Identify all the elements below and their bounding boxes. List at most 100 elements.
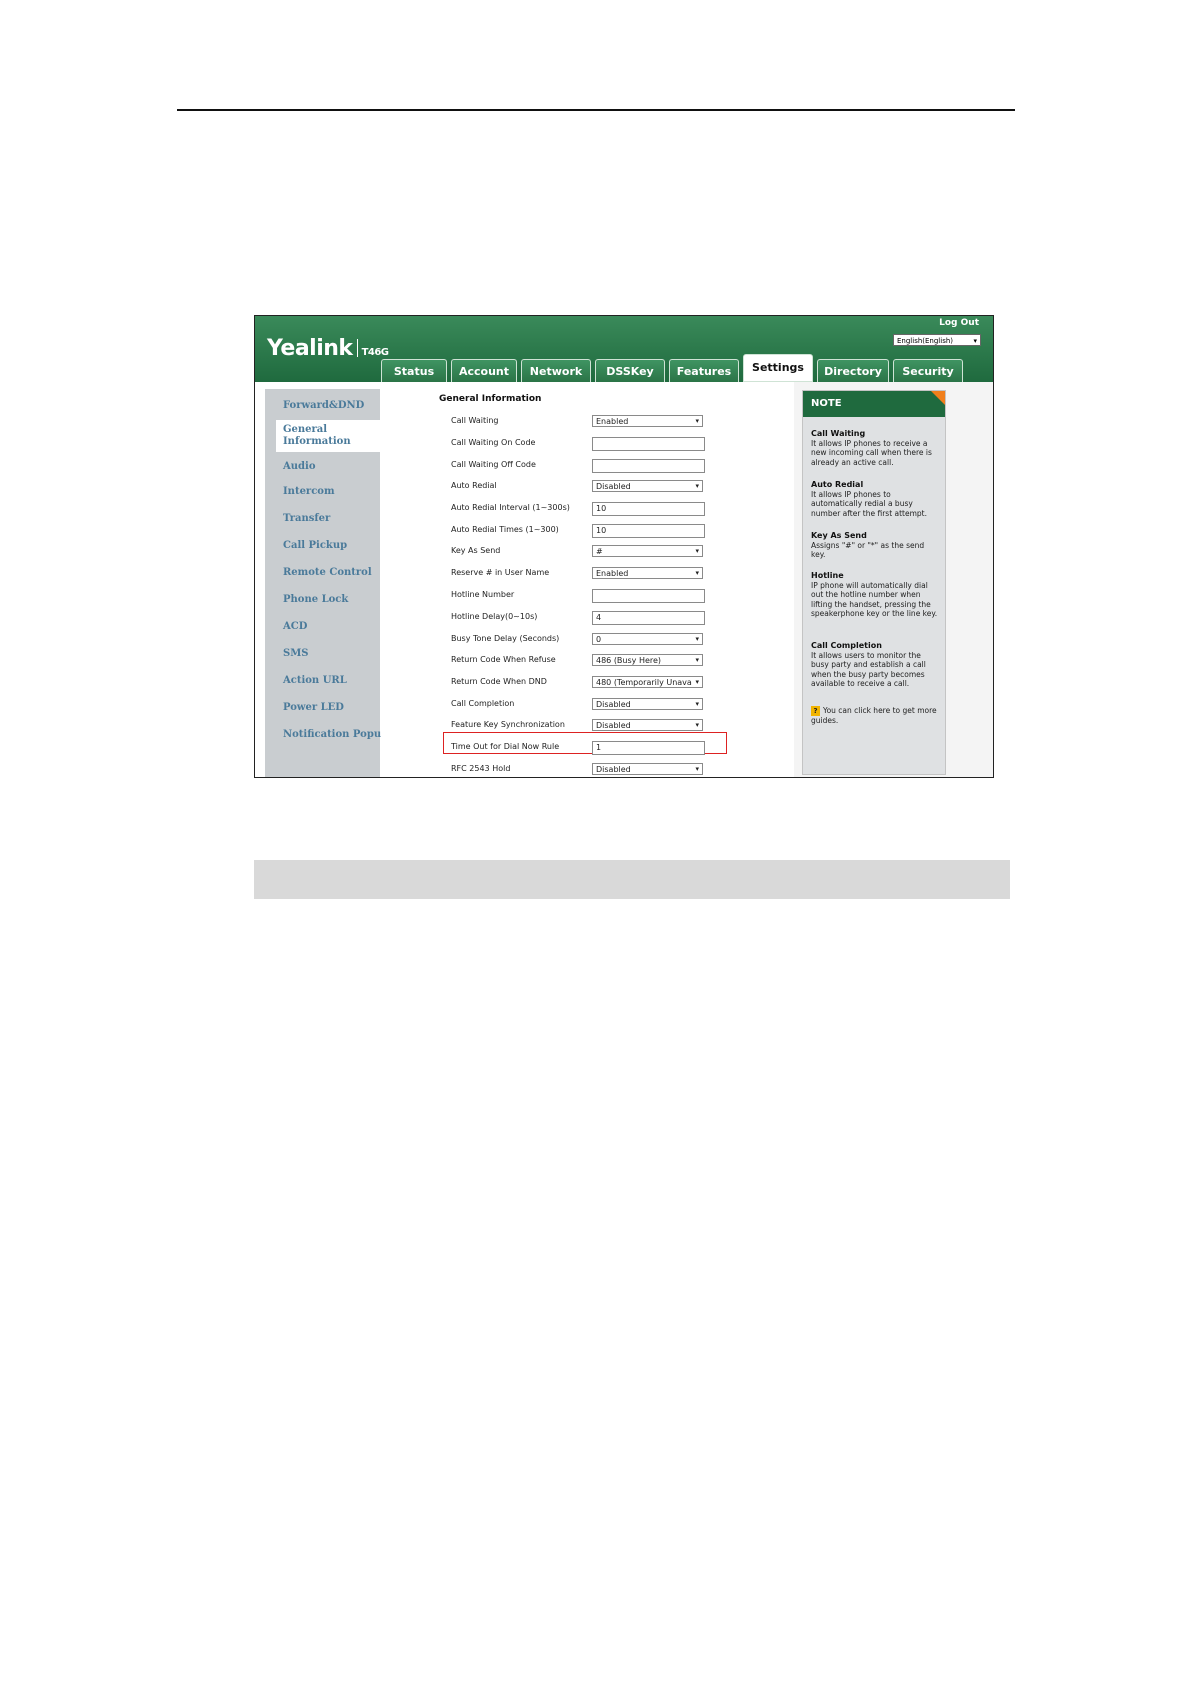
dropdown-arrow-icon: ▾ — [695, 547, 699, 555]
help-link[interactable]: ? You can click here to get more guides. — [811, 706, 939, 726]
field-label: Call Waiting Off Code — [451, 460, 536, 469]
hotline-number-input[interactable] — [592, 589, 705, 603]
hotline-delay-input[interactable]: 4 — [592, 611, 705, 625]
field-label: Call Waiting — [451, 416, 499, 425]
dropdown-arrow-icon: ▾ — [695, 700, 699, 708]
sidebar-item-transfer[interactable]: Transfer — [283, 513, 330, 525]
rfc2543-hold-select[interactable]: Disabled ▾ — [592, 763, 703, 775]
dropdown-arrow-icon: ▾ — [695, 482, 699, 490]
call-waiting-select[interactable]: Enabled ▾ — [592, 415, 703, 427]
language-select[interactable]: English(English) ▾ — [893, 334, 981, 346]
sidebar-item-notification-popups[interactable]: Notification Popups — [283, 729, 394, 741]
call-waiting-off-code-input[interactable] — [592, 459, 705, 473]
auto-redial-select[interactable]: Disabled ▾ — [592, 480, 703, 492]
select-value: Disabled — [596, 700, 631, 709]
note-section: Hotline IP phone will automatically dial… — [811, 571, 939, 619]
help-text: You can click here to get more guides. — [811, 706, 937, 725]
field-label: Auto Redial Interval (1~300s) — [451, 503, 570, 512]
note-section-text: It allows IP phones to automatically red… — [811, 489, 927, 518]
tab-account[interactable]: Account — [451, 359, 517, 382]
select-value: Enabled — [596, 569, 629, 578]
field-label: Return Code When DND — [451, 677, 547, 686]
sidebar-item-general-information[interactable]: General Information — [283, 424, 353, 448]
tab-security[interactable]: Security — [893, 359, 963, 382]
sidebar-item-forward-dnd[interactable]: Forward&DND — [283, 400, 364, 412]
note-section-text: Assigns "#" or "*" as the send key. — [811, 540, 925, 560]
key-as-send-select[interactable]: # ▾ — [592, 545, 703, 557]
auto-redial-times-input[interactable]: 10 — [592, 524, 705, 538]
field-label: Busy Tone Delay (Seconds) — [451, 634, 560, 643]
brand-name: Yealink — [267, 336, 353, 361]
sidebar-item-phone-lock[interactable]: Phone Lock — [283, 594, 348, 606]
tab-directory[interactable]: Directory — [817, 359, 889, 382]
select-value: Enabled — [596, 417, 629, 426]
note-section-text: IP phone will automatically dial out the… — [811, 580, 938, 619]
note-section-title: Auto Redial — [811, 480, 864, 489]
dropdown-arrow-icon: ▾ — [695, 678, 699, 686]
document-gray-bar — [254, 860, 1010, 899]
help-icon: ? — [811, 706, 820, 716]
feature-key-sync-select[interactable]: Disabled ▾ — [592, 719, 703, 731]
sidebar-item-action-url[interactable]: Action URL — [283, 675, 347, 687]
dropdown-arrow-icon: ▾ — [695, 635, 699, 643]
logout-link[interactable]: Log Out — [939, 318, 979, 328]
section-title: General Information — [439, 394, 542, 404]
general-information-form: General Information Call Waiting Enabled… — [381, 382, 794, 777]
call-waiting-on-code-input[interactable] — [592, 437, 705, 451]
brand-logo: Yealink T46G — [267, 336, 389, 361]
dropdown-arrow-icon: ▾ — [973, 337, 977, 345]
dropdown-arrow-icon: ▾ — [695, 569, 699, 577]
tab-features[interactable]: Features — [669, 359, 739, 382]
document-header-rule — [177, 109, 1015, 111]
field-label: Call Completion — [451, 699, 515, 708]
sidebar-item-call-pickup[interactable]: Call Pickup — [283, 540, 347, 552]
select-value: Disabled — [596, 721, 631, 730]
tab-dsskey[interactable]: DSSKey — [595, 359, 665, 382]
note-corner-icon — [931, 391, 945, 405]
note-panel: NOTE Call Waiting It allows IP phones to… — [802, 390, 946, 775]
tab-network[interactable]: Network — [521, 359, 591, 382]
return-code-dnd-select[interactable]: 480 (Temporarily Unava ▾ — [592, 676, 703, 688]
tab-settings[interactable]: Settings — [743, 354, 813, 382]
auto-redial-interval-input[interactable]: 10 — [592, 502, 705, 516]
dropdown-arrow-icon: ▾ — [695, 656, 699, 664]
field-label: RFC 2543 Hold — [451, 764, 511, 773]
note-section-title: Call Completion — [811, 641, 882, 650]
note-section-title: Hotline — [811, 571, 844, 580]
call-completion-select[interactable]: Disabled ▾ — [592, 698, 703, 710]
field-label: Auto Redial Times (1~300) — [451, 525, 559, 534]
sidebar-item-power-led[interactable]: Power LED — [283, 702, 344, 714]
select-value: 0 — [596, 635, 602, 644]
select-value: Disabled — [596, 482, 631, 491]
note-column: NOTE Call Waiting It allows IP phones to… — [794, 382, 993, 777]
field-label: Time Out for Dial Now Rule — [451, 742, 560, 751]
note-section: Auto Redial It allows IP phones to autom… — [811, 480, 939, 518]
field-label: Return Code When Refuse — [451, 655, 556, 664]
tab-status[interactable]: Status — [381, 359, 447, 382]
field-label: Hotline Number — [451, 590, 515, 599]
field-label: Key As Send — [451, 546, 501, 555]
sidebar-item-remote-control[interactable]: Remote Control — [283, 567, 372, 579]
language-value: English(English) — [897, 337, 954, 345]
note-section-title: Call Waiting — [811, 429, 866, 438]
reserve-hash-select[interactable]: Enabled ▾ — [592, 567, 703, 579]
dropdown-arrow-icon: ▾ — [695, 417, 699, 425]
dial-now-timeout-input[interactable]: 1 — [592, 741, 705, 755]
field-label: Hotline Delay(0~10s) — [451, 612, 538, 621]
sidebar-item-intercom[interactable]: Intercom — [283, 486, 335, 498]
dropdown-arrow-icon: ▾ — [695, 765, 699, 773]
select-value: 480 (Temporarily Unava — [596, 678, 692, 687]
settings-sidebar: Forward&DND General Information Audio In… — [265, 389, 394, 777]
return-code-refuse-select[interactable]: 486 (Busy Here) ▾ — [592, 654, 703, 666]
sidebar-item-sms[interactable]: SMS — [283, 648, 309, 660]
note-section: Call Completion It allows users to monit… — [811, 641, 939, 689]
note-title: NOTE — [803, 391, 945, 417]
note-section-text: It allows IP phones to receive a new inc… — [811, 438, 932, 467]
field-label: Auto Redial — [451, 481, 497, 490]
sidebar-item-acd[interactable]: ACD — [283, 621, 307, 633]
field-label: Feature Key Synchronization — [451, 720, 565, 729]
select-value: 486 (Busy Here) — [596, 656, 662, 665]
field-label: Reserve # in User Name — [451, 568, 550, 577]
sidebar-item-audio[interactable]: Audio — [283, 461, 316, 473]
busy-tone-delay-select[interactable]: 0 ▾ — [592, 633, 703, 645]
